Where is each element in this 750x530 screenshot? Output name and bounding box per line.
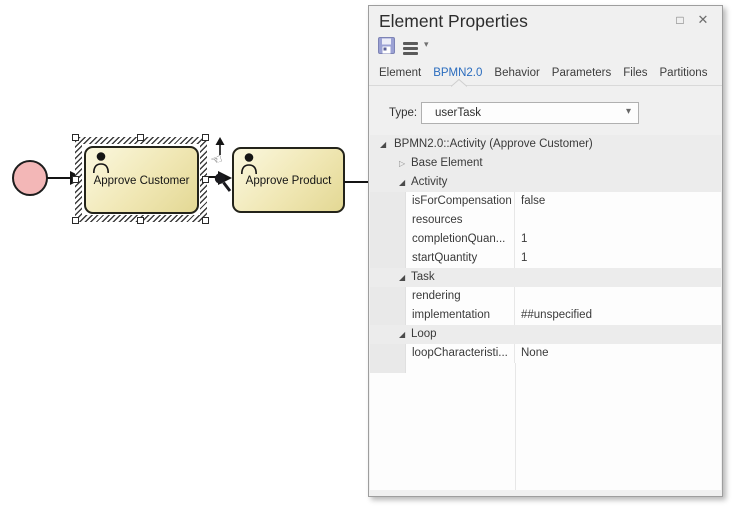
tree-row-root[interactable]: ◢ BPMN2.0::Activity (Approve Customer) [370, 135, 721, 154]
resize-handle-s[interactable] [137, 217, 144, 224]
panel-titlebar[interactable]: Element Properties □ ✕ [369, 6, 722, 36]
save-icon[interactable] [378, 37, 395, 54]
start-event-circle[interactable] [12, 160, 48, 196]
property-row-completionquantity[interactable]: completionQuan... 1 [370, 230, 721, 249]
resize-handle-se[interactable] [202, 217, 209, 224]
element-properties-panel: Element Properties □ ✕ ▾ Element BPMN2.0… [368, 5, 723, 497]
expand-icon[interactable]: ◢ [399, 325, 405, 344]
panel-toolbar: ▾ [369, 36, 722, 62]
hamburger-menu-icon[interactable] [403, 42, 418, 57]
type-field-row: Type: userTask ▾ [369, 98, 722, 128]
expand-icon[interactable]: ◢ [380, 135, 386, 154]
property-row-resources[interactable]: resources [370, 211, 721, 230]
resize-handle-sw[interactable] [72, 217, 79, 224]
task-label: Approve Customer [94, 173, 190, 187]
task-approve-product[interactable]: Approve Product [232, 147, 345, 213]
combobox-caret-icon: ▾ [626, 106, 631, 117]
tree-row-loop[interactable]: ◢ Loop [370, 325, 721, 344]
resize-handle-nw[interactable] [72, 134, 79, 141]
user-task-person-icon [91, 151, 111, 175]
menu-dropdown-caret-icon[interactable]: ▾ [424, 39, 429, 50]
close-icon[interactable]: ✕ [695, 12, 711, 28]
connector-task2-outgoing[interactable] [344, 181, 370, 183]
expand-icon[interactable]: ◢ [399, 268, 405, 287]
maximize-icon[interactable]: □ [672, 12, 688, 28]
panel-title: Element Properties [379, 11, 528, 32]
tab-partitions[interactable]: Partitions [660, 62, 708, 85]
quicklink-magnifier-icon[interactable] [211, 170, 233, 194]
tab-parameters[interactable]: Parameters [552, 62, 611, 85]
resize-handle-e[interactable] [202, 176, 209, 183]
property-row-isforcompensation[interactable]: isForCompensation false [370, 192, 721, 211]
tree-row-task[interactable]: ◢ Task [370, 268, 721, 287]
type-combobox-value: userTask [435, 107, 481, 119]
property-row-loopcharacteristics[interactable]: loopCharacteristi... None [370, 344, 721, 363]
diagram-canvas: Approve Customer ☜ Approve Product Eleme… [0, 0, 750, 530]
tree-row-base-element[interactable]: ▷ Base Element [370, 154, 721, 173]
tab-element[interactable]: Element [379, 62, 421, 85]
property-grid: ◢ BPMN2.0::Activity (Approve Customer) ▷… [370, 135, 721, 490]
expand-icon[interactable]: ◢ [399, 173, 405, 192]
property-row-implementation[interactable]: implementation ##unspecified [370, 306, 721, 325]
collapse-icon[interactable]: ▷ [399, 154, 405, 173]
property-row-startquantity[interactable]: startQuantity 1 [370, 249, 721, 268]
resize-handle-n[interactable] [137, 134, 144, 141]
resize-handle-w[interactable] [72, 176, 79, 183]
grid-column-divider[interactable] [515, 363, 516, 490]
tab-behavior[interactable]: Behavior [494, 62, 539, 85]
tab-files[interactable]: Files [623, 62, 647, 85]
type-field-label: Type: [389, 107, 417, 119]
resize-handle-ne[interactable] [202, 134, 209, 141]
tab-bar: Element BPMN2.0 Behavior Parameters File… [369, 62, 722, 86]
user-task-person-icon [239, 152, 259, 176]
property-row-rendering[interactable]: rendering [370, 287, 721, 306]
connector-start-to-task1[interactable] [47, 177, 72, 179]
tree-row-activity[interactable]: ◢ Activity [370, 173, 721, 192]
active-tab-notch [451, 79, 467, 87]
type-combobox[interactable]: userTask ▾ [421, 102, 639, 124]
task-approve-customer[interactable]: Approve Customer [84, 146, 199, 214]
